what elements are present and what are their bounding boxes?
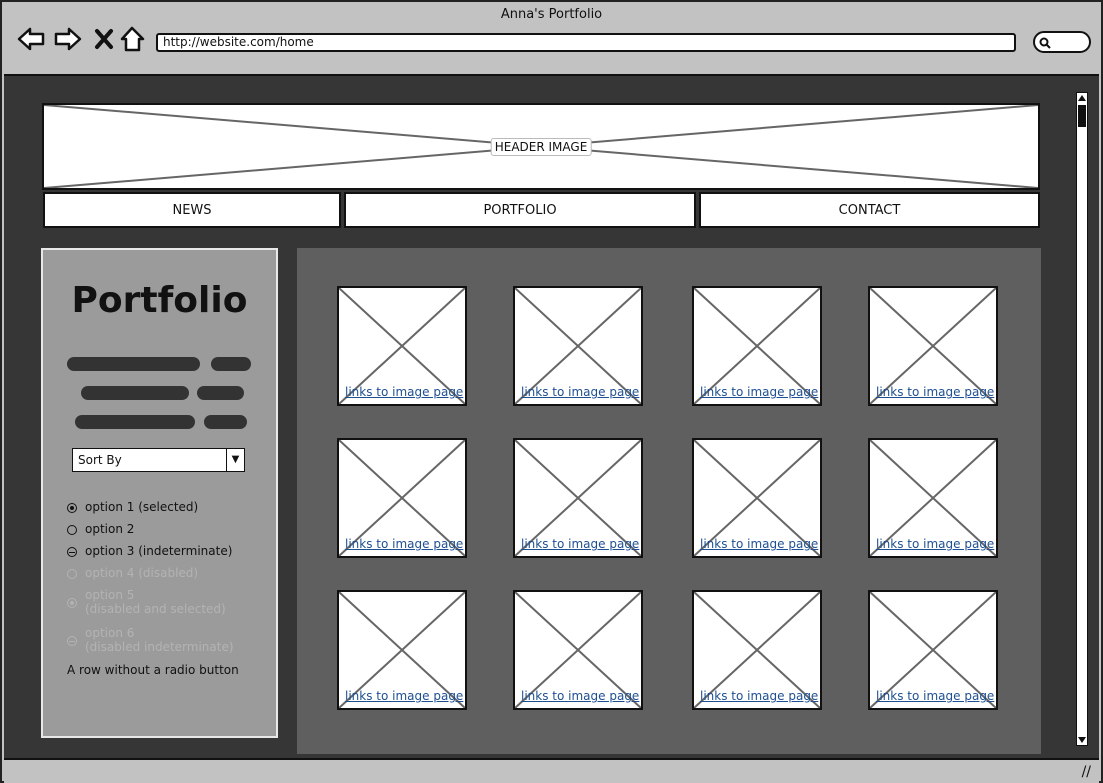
- placeholder-text-scribble: [75, 415, 195, 429]
- search-field[interactable]: [1033, 31, 1091, 53]
- tab-news[interactable]: NEWS: [43, 192, 341, 228]
- radio-option-3[interactable]: option 3 (indeterminate): [67, 544, 232, 558]
- gallery-thumbnail[interactable]: links to image page: [337, 590, 467, 710]
- radio-option-4: option 4 (disabled): [67, 566, 198, 580]
- image-page-link[interactable]: links to image page: [700, 689, 818, 703]
- sidebar-title: Portfolio: [71, 280, 248, 321]
- header-image-label: HEADER IMAGE: [490, 137, 592, 156]
- header-image: HEADER IMAGE: [42, 103, 1040, 190]
- radio-option-label: option 5: [85, 588, 135, 602]
- placeholder-text-scribble: [81, 386, 189, 400]
- scrollbar-thumb[interactable]: [1078, 105, 1086, 127]
- radio-option-label: option 3 (indeterminate): [85, 544, 233, 558]
- tab-contact[interactable]: CONTACT: [699, 192, 1040, 228]
- browser-window: Anna's Portfolio http://website.com/home…: [0, 0, 1103, 783]
- placeholder-text-scribble: [211, 357, 251, 371]
- gallery-thumbnail[interactable]: links to image page: [868, 286, 998, 406]
- placeholder-text-scribble: [204, 415, 247, 429]
- radio-option-5: option 5 (disabled and selected): [67, 588, 226, 616]
- placeholder-text-scribble: [67, 357, 200, 371]
- radio-option-label: option 1 (selected): [85, 500, 199, 514]
- radio-indeterminate-icon: [67, 636, 77, 646]
- image-page-link[interactable]: links to image page: [521, 385, 639, 399]
- back-icon[interactable]: [16, 24, 46, 54]
- status-bar: //: [4, 758, 1099, 783]
- radio-selected-icon[interactable]: [67, 503, 77, 513]
- chevron-down-icon[interactable]: ▼: [226, 449, 244, 471]
- gallery-thumbnail[interactable]: links to image page: [692, 438, 822, 558]
- image-page-link[interactable]: links to image page: [700, 537, 818, 551]
- radio-icon[interactable]: [67, 525, 77, 535]
- gallery-thumbnail[interactable]: links to image page: [692, 286, 822, 406]
- address-bar[interactable]: http://website.com/home: [156, 33, 1016, 52]
- image-page-link[interactable]: links to image page: [345, 385, 463, 399]
- radio-indeterminate-icon[interactable]: [67, 547, 77, 557]
- image-page-link[interactable]: links to image page: [345, 689, 463, 703]
- image-page-link[interactable]: links to image page: [521, 537, 639, 551]
- radio-option-label: option 6: [85, 626, 135, 640]
- stop-icon[interactable]: [90, 24, 120, 54]
- tab-portfolio[interactable]: PORTFOLIO: [344, 192, 696, 228]
- plain-row-text: A row without a radio button: [67, 663, 239, 677]
- gallery-thumbnail[interactable]: links to image page: [868, 438, 998, 558]
- image-page-link[interactable]: links to image page: [700, 385, 818, 399]
- image-page-link[interactable]: links to image page: [345, 537, 463, 551]
- sort-by-value: Sort By: [78, 453, 122, 467]
- scroll-down-icon[interactable]: [1078, 736, 1086, 744]
- image-page-link[interactable]: links to image page: [876, 537, 994, 551]
- sidebar: Portfolio Sort By ▼ option 1 (selected) …: [41, 248, 278, 738]
- radio-option-label: option 4 (disabled): [85, 566, 199, 580]
- gallery-thumbnail[interactable]: links to image page: [513, 286, 643, 406]
- radio-option-2[interactable]: option 2: [67, 522, 134, 536]
- radio-option-sublabel: (disabled and selected): [85, 602, 226, 616]
- radio-option-label: option 2: [85, 522, 135, 536]
- resize-grip-icon[interactable]: //: [1082, 764, 1091, 780]
- radio-icon: [67, 569, 77, 579]
- image-page-link[interactable]: links to image page: [876, 689, 994, 703]
- radio-option-sublabel: (disabled indeterminate): [85, 640, 234, 654]
- scroll-up-icon[interactable]: [1078, 94, 1086, 102]
- radio-selected-icon: [67, 598, 77, 608]
- gallery-thumbnail[interactable]: links to image page: [868, 590, 998, 710]
- gallery-thumbnail[interactable]: links to image page: [513, 590, 643, 710]
- vertical-scrollbar[interactable]: [1076, 92, 1088, 746]
- placeholder-text-scribble: [197, 386, 244, 400]
- gallery-thumbnail[interactable]: links to image page: [692, 590, 822, 710]
- radio-option-1[interactable]: option 1 (selected): [67, 500, 198, 514]
- window-title: Anna's Portfolio: [500, 7, 603, 22]
- forward-icon[interactable]: [53, 24, 83, 54]
- image-page-link[interactable]: links to image page: [876, 385, 994, 399]
- search-icon: [1039, 37, 1051, 49]
- gallery-thumbnail[interactable]: links to image page: [337, 438, 467, 558]
- sort-by-dropdown[interactable]: Sort By ▼: [72, 448, 245, 472]
- home-icon[interactable]: [118, 24, 148, 54]
- gallery-thumbnail[interactable]: links to image page: [513, 438, 643, 558]
- radio-option-6: option 6 (disabled indeterminate): [67, 626, 234, 654]
- gallery-thumbnail[interactable]: links to image page: [337, 286, 467, 406]
- image-page-link[interactable]: links to image page: [521, 689, 639, 703]
